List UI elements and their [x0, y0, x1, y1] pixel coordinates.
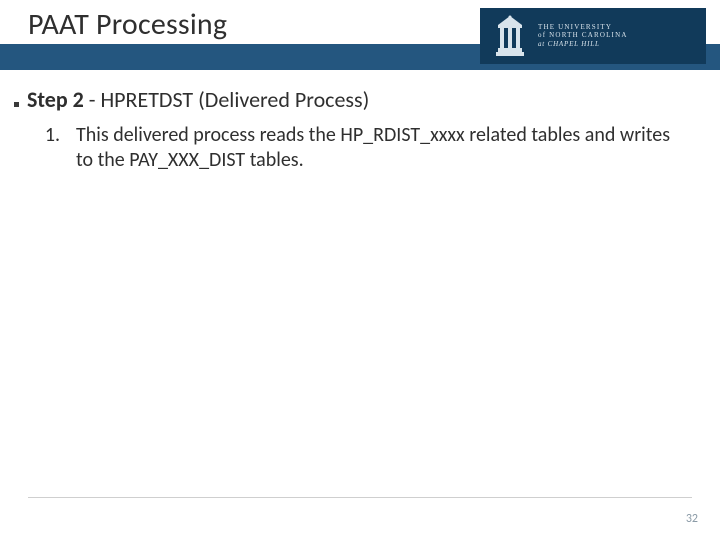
slide: PAAT Processing THE UNIVERSITY of NORTH … — [0, 0, 720, 540]
well-icon — [490, 14, 530, 58]
unc-logo: THE UNIVERSITY of NORTH CAROLINA at CHAP… — [480, 8, 706, 64]
bullet-strong: Step 2 — [27, 86, 84, 113]
page-number: 32 — [686, 512, 698, 526]
logo-text: THE UNIVERSITY of NORTH CAROLINA at CHAP… — [538, 24, 628, 48]
title-area: PAAT Processing THE UNIVERSITY of NORTH … — [0, 0, 720, 70]
bullet-rest: HPRETDST (Delivered Process) — [100, 86, 369, 113]
slide-title: PAAT Processing — [28, 6, 227, 43]
logo-line-1: THE UNIVERSITY — [538, 24, 628, 31]
list-marker: 1. — [42, 123, 60, 147]
logo-line-2: of NORTH CAROLINA — [538, 32, 628, 39]
bullet-sep: - — [84, 86, 101, 113]
bullet-item: Step 2 - HPRETDST (Delivered Process) — [14, 86, 706, 113]
slide-body: Step 2 - HPRETDST (Delivered Process) 1.… — [14, 86, 706, 173]
numbered-item: 1. This delivered process reads the HP_R… — [14, 123, 706, 173]
logo-line-3: at CHAPEL HILL — [538, 41, 628, 48]
footer-rule — [28, 497, 692, 498]
list-text: This delivered process reads the HP_RDIS… — [76, 123, 686, 173]
bullet-text: Step 2 - HPRETDST (Delivered Process) — [27, 86, 369, 113]
bullet-icon — [14, 102, 19, 107]
